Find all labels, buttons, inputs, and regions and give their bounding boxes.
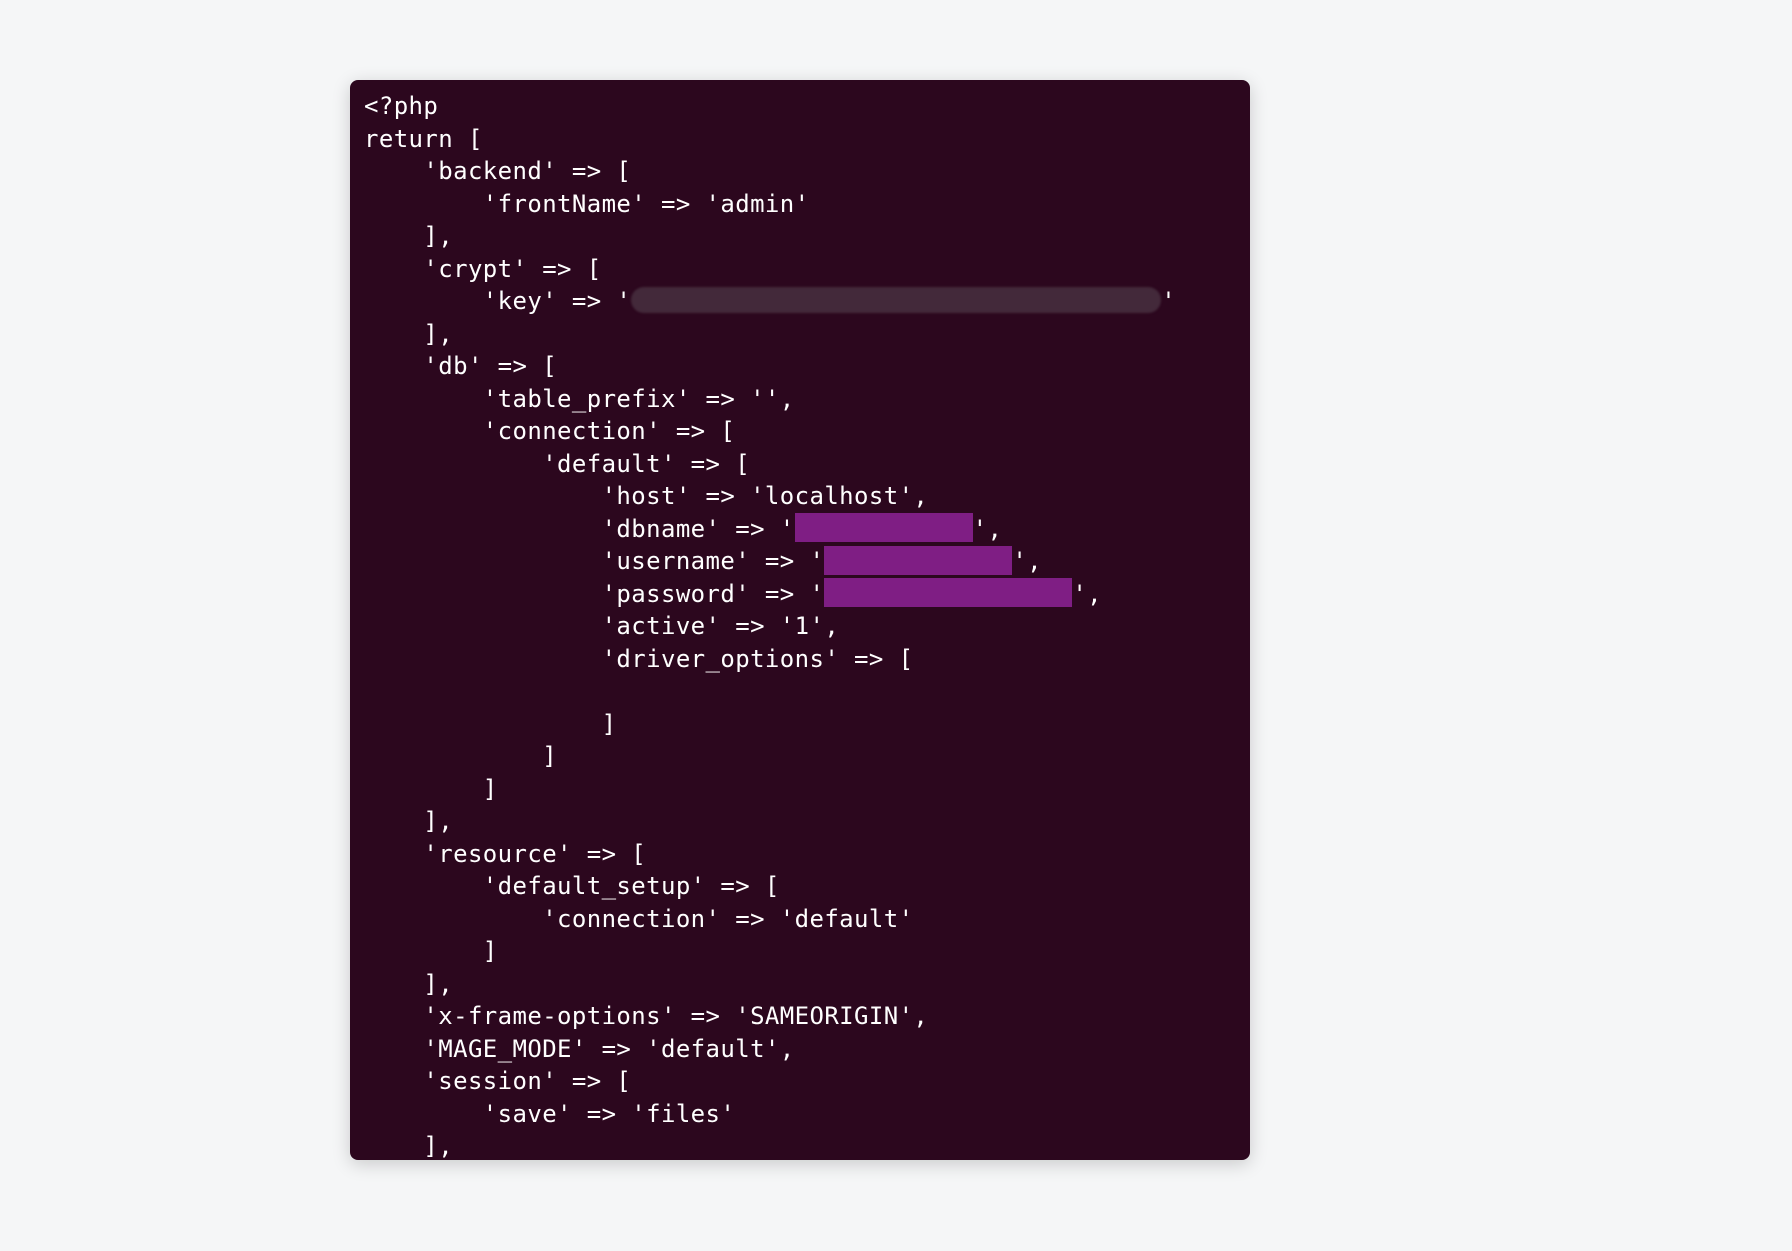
code-line: 'db' => [: [364, 352, 557, 380]
code-line: 'active' => '1',: [364, 612, 839, 640]
redacted-dbname: [795, 513, 973, 542]
code-line: ]: [364, 742, 557, 770]
code-line: 'backend' => [: [364, 157, 631, 185]
code-line: ',: [973, 515, 1003, 543]
code-line: ',: [1012, 547, 1042, 575]
code-line: ]: [364, 775, 498, 803]
code-line: 'table_prefix' => '',: [364, 385, 795, 413]
code-line: ],: [364, 807, 453, 835]
code-line: 'resource' => [: [364, 840, 646, 868]
redacted-password: [824, 578, 1072, 607]
terminal-window: <?php return [ 'backend' => [ 'frontName…: [350, 80, 1250, 1160]
code-block: <?php return [ 'backend' => [ 'frontName…: [350, 80, 1250, 1160]
code-line: 'crypt' => [: [364, 255, 602, 283]
code-line: ],: [364, 970, 453, 998]
code-line: 'key' => ': [364, 287, 631, 315]
redacted-username: [824, 546, 1012, 575]
code-line: <?php: [364, 92, 438, 120]
code-line: 'save' => 'files': [364, 1100, 735, 1128]
code-line: ': [1161, 287, 1176, 315]
code-line: 'session' => [: [364, 1067, 631, 1095]
redacted-crypt-key: [631, 287, 1161, 313]
code-line: 'username' => ': [364, 547, 824, 575]
code-line: 'host' => 'localhost',: [364, 482, 928, 510]
code-line: ',: [1072, 580, 1102, 608]
code-line: 'MAGE_MODE' => 'default',: [364, 1035, 795, 1063]
code-line: 'driver_options' => [: [364, 645, 913, 673]
code-line: 'default_setup' => [: [364, 872, 780, 900]
code-line: ]: [364, 937, 498, 965]
code-line: 'frontName' => 'admin': [364, 190, 809, 218]
code-line: ],: [364, 320, 453, 348]
code-line: 'connection' => 'default': [364, 905, 913, 933]
code-line: 'x-frame-options' => 'SAMEORIGIN',: [364, 1002, 928, 1030]
code-line: return [: [364, 125, 483, 153]
code-line: 'dbname' => ': [364, 515, 795, 543]
code-line: ],: [364, 1132, 453, 1160]
code-line: 'password' => ': [364, 580, 824, 608]
code-line: 'connection' => [: [364, 417, 735, 445]
code-line: 'default' => [: [364, 450, 750, 478]
code-line: ],: [364, 222, 453, 250]
code-line: ]: [364, 710, 616, 738]
